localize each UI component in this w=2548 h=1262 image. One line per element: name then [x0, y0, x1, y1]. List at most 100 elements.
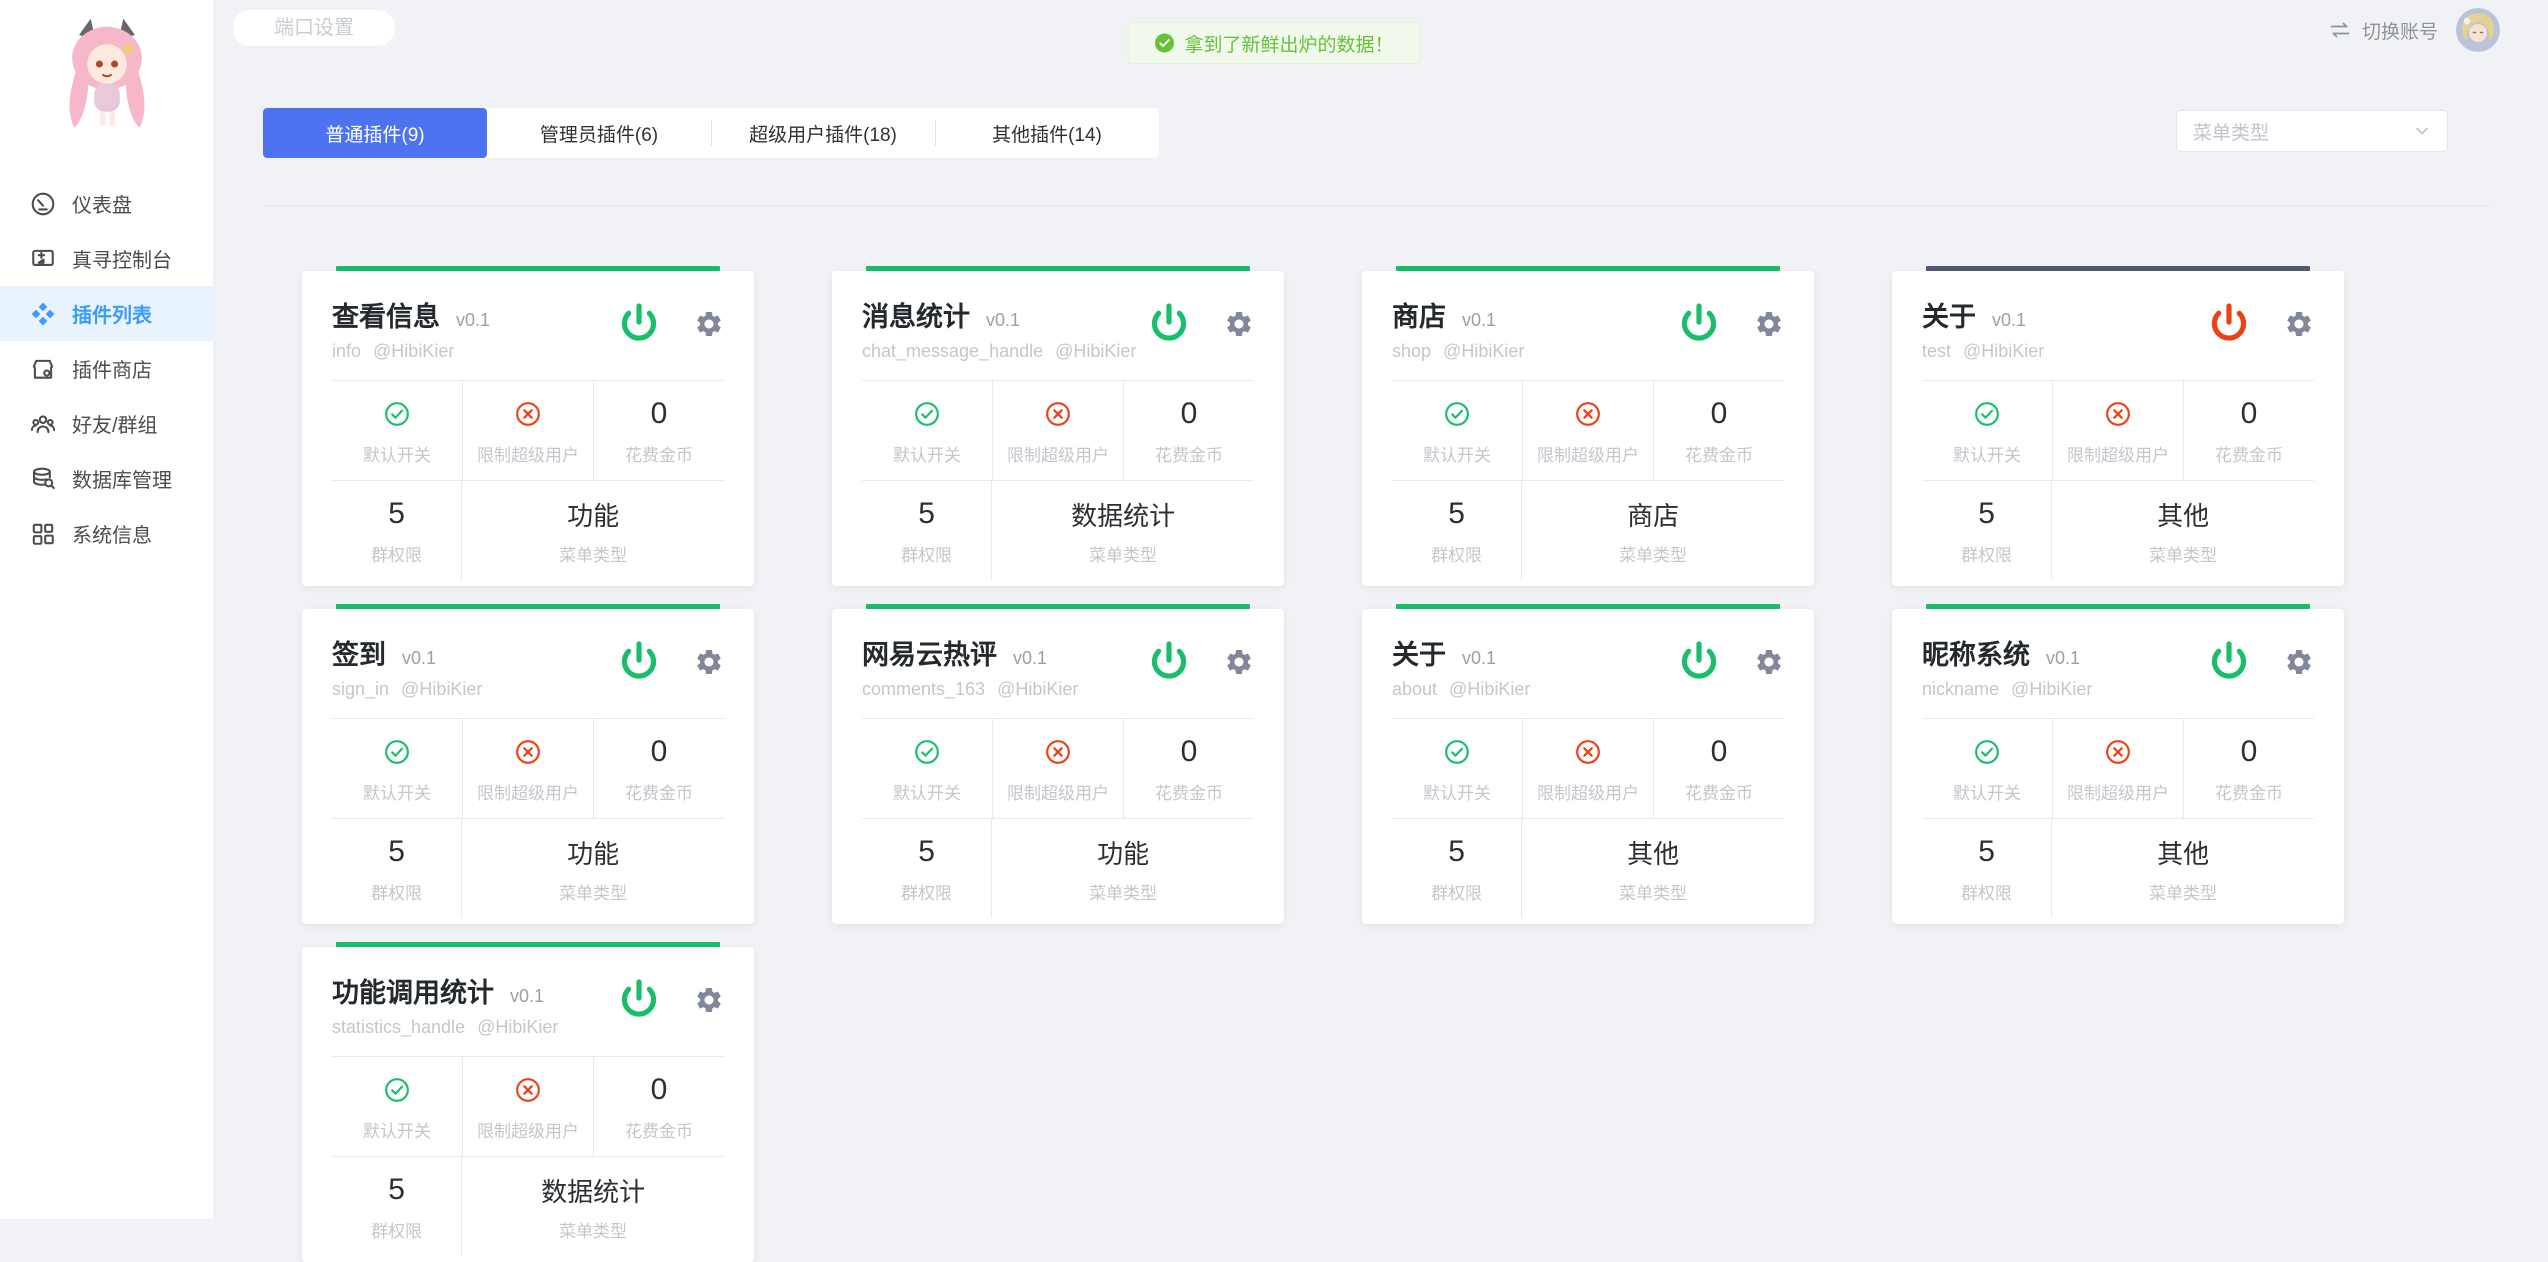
menu-type-value: 其他: [2052, 497, 2314, 531]
stat-cost-gold: 0 花费金币: [2184, 719, 2314, 818]
user-avatar[interactable]: [2456, 8, 2500, 52]
switch-account-label: 切换账号: [2362, 17, 2438, 44]
plugin-author: @HibiKier: [477, 1017, 558, 1038]
stat-default-switch: 默认开关: [1392, 381, 1523, 480]
card-stats-row-2: 5 群权限 其他 菜单类型: [1392, 818, 1784, 918]
card-body: 关于 v0.1 about @HibiKier: [1362, 609, 1814, 924]
stat-label: 默认开关: [332, 779, 462, 804]
gear-icon[interactable]: [694, 985, 724, 1015]
stat-group-level: 5 群权限: [862, 819, 992, 918]
power-toggle-icon[interactable]: [2206, 639, 2252, 685]
plugin-card: 关于 v0.1 about @HibiKier: [1362, 604, 1814, 924]
stat-label: 默认开关: [862, 779, 992, 804]
stat-menu-type: 其他 菜单类型: [2052, 481, 2314, 580]
stat-default-switch: 默认开关: [1922, 719, 2053, 818]
power-toggle-icon[interactable]: [1146, 639, 1192, 685]
card-title-block: 功能调用统计 v0.1 statistics_handle @HibiKier: [332, 971, 616, 1038]
gear-icon[interactable]: [2284, 647, 2314, 677]
card-stats-row-2: 5 群权限 功能 菜单类型: [332, 480, 724, 580]
sidebar-item-dashboard[interactable]: 仪表盘: [0, 176, 213, 231]
store-icon: [30, 356, 56, 382]
plugin-version: v0.1: [1462, 310, 1496, 331]
card-stats-row-2: 5 群权限 商店 菜单类型: [1392, 480, 1784, 580]
menu-type-value: 商店: [1522, 497, 1784, 531]
sidebar-item-plugin-store[interactable]: 插件商店: [0, 341, 213, 396]
sidebar-item-database[interactable]: 数据库管理: [0, 451, 213, 506]
card-stats-row-2: 5 群权限 其他 菜单类型: [1922, 818, 2314, 918]
card-body: 消息统计 v0.1 chat_message_handle @HibiKier: [832, 271, 1284, 586]
gear-icon[interactable]: [694, 309, 724, 339]
stat-group-level: 5 群权限: [1392, 819, 1522, 918]
menu-type-value: 功能: [462, 835, 724, 869]
stat-label: 菜单类型: [462, 879, 724, 904]
plugin-card: 查看信息 v0.1 info @HibiKier: [302, 266, 754, 586]
plugin-title: 商店: [1392, 295, 1446, 334]
stat-limit-superuser: 限制超级用户: [463, 719, 594, 818]
tab-superuser-plugins[interactable]: 超级用户插件(18): [711, 108, 935, 158]
power-toggle-icon[interactable]: [1676, 301, 1722, 347]
gear-icon[interactable]: [1754, 309, 1784, 339]
plugins-icon: [30, 301, 56, 327]
stat-limit-superuser: 限制超级用户: [2053, 719, 2184, 818]
card-header: 查看信息 v0.1 info @HibiKier: [332, 295, 724, 362]
plugin-version: v0.1: [2046, 648, 2080, 669]
friends-icon: [30, 411, 56, 437]
swap-arrows-icon: [2328, 18, 2352, 42]
stat-label: 群权限: [1922, 879, 2051, 904]
stat-group-level: 5 群权限: [332, 1157, 462, 1256]
database-icon: [30, 466, 56, 492]
check-circle-icon: [384, 739, 410, 765]
gear-icon[interactable]: [1224, 309, 1254, 339]
stat-label: 菜单类型: [462, 541, 724, 566]
port-settings-input[interactable]: [233, 10, 395, 46]
card-title-block: 商店 v0.1 shop @HibiKier: [1392, 295, 1676, 362]
stat-group-level: 5 群权限: [1922, 481, 2052, 580]
card-actions: [1676, 301, 1784, 347]
tab-other-plugins[interactable]: 其他插件(14): [935, 108, 1159, 158]
menu-type-value: 其他: [2052, 835, 2314, 869]
menu-type-value: 数据统计: [462, 1173, 724, 1207]
stat-label: 默认开关: [1922, 779, 2052, 804]
plugin-version: v0.1: [1462, 648, 1496, 669]
switch-account[interactable]: 切换账号: [2328, 8, 2500, 52]
power-toggle-icon[interactable]: [2206, 301, 2252, 347]
plugin-version: v0.1: [1013, 648, 1047, 669]
gear-icon[interactable]: [1224, 647, 1254, 677]
stat-label: 限制超级用户: [463, 441, 593, 466]
plugin-card: 关于 v0.1 test @HibiKier: [1892, 266, 2344, 586]
sidebar-item-plugin-list[interactable]: 插件列表: [0, 286, 213, 341]
chevron-down-icon: [2413, 122, 2431, 140]
stat-limit-superuser: 限制超级用户: [1523, 381, 1654, 480]
power-toggle-icon[interactable]: [616, 301, 662, 347]
sidebar-item-friends-groups[interactable]: 好友/群组: [0, 396, 213, 451]
stat-menu-type: 数据统计 菜单类型: [992, 481, 1254, 580]
plugin-card: 消息统计 v0.1 chat_message_handle @HibiKier: [832, 266, 1284, 586]
sidebar-item-console[interactable]: 真寻控制台: [0, 231, 213, 286]
x-circle-icon: [1045, 401, 1071, 427]
stat-label: 菜单类型: [2052, 541, 2314, 566]
power-toggle-icon[interactable]: [616, 639, 662, 685]
tab-normal-plugins[interactable]: 普通插件(9): [263, 108, 487, 158]
card-body: 功能调用统计 v0.1 statistics_handle @HibiKier: [302, 947, 754, 1262]
power-toggle-icon[interactable]: [1146, 301, 1192, 347]
power-toggle-icon[interactable]: [1676, 639, 1722, 685]
plugin-title: 签到: [332, 633, 386, 672]
menu-type-select[interactable]: 菜单类型: [2176, 110, 2448, 152]
cost-gold-value: 0: [594, 735, 724, 769]
plugin-module: shop: [1392, 341, 1431, 362]
power-toggle-icon[interactable]: [616, 977, 662, 1023]
plugin-title: 关于: [1392, 633, 1446, 672]
plugin-title: 功能调用统计: [332, 971, 494, 1010]
plugin-author: @HibiKier: [1963, 341, 2044, 362]
gear-icon[interactable]: [694, 647, 724, 677]
stat-default-switch: 默认开关: [862, 381, 993, 480]
tab-admin-plugins[interactable]: 管理员插件(6): [487, 108, 711, 158]
group-level-value: 5: [1922, 497, 2051, 531]
content-divider: [263, 205, 2490, 206]
card-stats-row-1: 默认开关 限制超级用户 0 花费金币: [1922, 719, 2314, 818]
stat-label: 群权限: [332, 541, 461, 566]
sidebar-item-system-info[interactable]: 系统信息: [0, 506, 213, 561]
gear-icon[interactable]: [2284, 309, 2314, 339]
check-circle-icon: [384, 1077, 410, 1103]
gear-icon[interactable]: [1754, 647, 1784, 677]
